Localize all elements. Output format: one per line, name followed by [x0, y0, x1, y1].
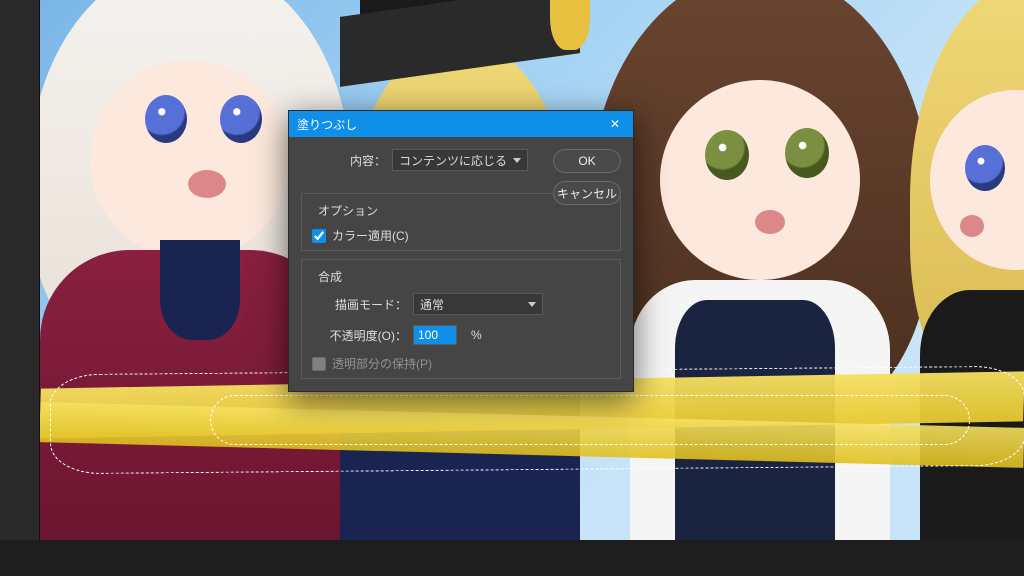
options-legend: オプション	[314, 202, 382, 219]
opacity-label: 不透明度(O)：	[312, 327, 407, 344]
dialog-title: 塗りつぶし	[297, 116, 357, 133]
preserve-transparency-checkbox: 透明部分の保持(P)	[312, 355, 610, 372]
cancel-button[interactable]: キャンセル	[553, 181, 621, 205]
preserve-label: 透明部分の保持(P)	[332, 355, 432, 372]
mode-label: 描画モード：	[312, 296, 407, 313]
color-adapt-input[interactable]	[312, 229, 326, 243]
preserve-input	[312, 357, 326, 371]
opacity-unit: %	[471, 328, 482, 342]
ok-button[interactable]: OK	[553, 149, 621, 173]
cancel-label: キャンセル	[557, 185, 617, 202]
fill-dialog: 塗りつぶし ✕ OK キャンセル 内容： コンテンツに応じる オプション カラー…	[288, 110, 634, 392]
blend-legend: 合成	[314, 268, 346, 285]
blend-mode-select[interactable]: 通常	[413, 293, 543, 315]
content-value: コンテンツに応じる	[399, 152, 507, 169]
vertical-ruler	[0, 0, 40, 540]
close-icon[interactable]: ✕	[605, 117, 625, 131]
dialog-titlebar[interactable]: 塗りつぶし ✕	[289, 111, 633, 137]
ok-label: OK	[578, 154, 595, 168]
opacity-input[interactable]	[413, 325, 457, 345]
color-adapt-label: カラー適用(C)	[332, 227, 409, 244]
mode-value: 通常	[420, 296, 444, 313]
content-select[interactable]: コンテンツに応じる	[392, 149, 528, 171]
color-adapt-checkbox[interactable]: カラー適用(C)	[312, 227, 610, 244]
content-label: 内容：	[301, 152, 386, 169]
